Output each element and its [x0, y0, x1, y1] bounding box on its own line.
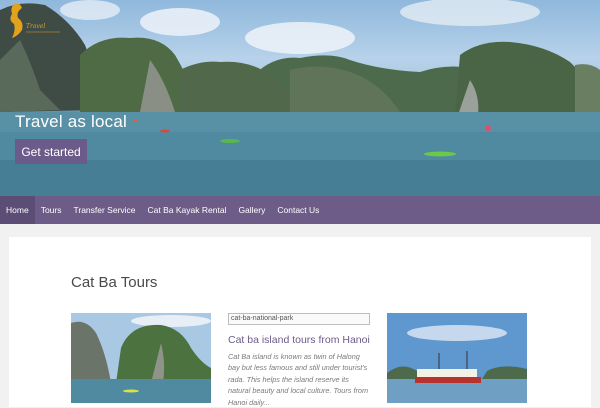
nav-item-cat-ba-kayak-rental[interactable]: Cat Ba Kayak Rental: [142, 196, 233, 224]
tour-card: cat-ba-national-park Cat ba island tours…: [228, 313, 370, 408]
main-content: Cat Ba Tours cat-ba-national-park Cat ba…: [9, 237, 591, 407]
broken-image-alt-text[interactable]: cat-ba-national-park: [228, 313, 370, 325]
main-navigation: Home Tours Transfer Service Cat Ba Kayak…: [0, 196, 600, 224]
tour-card-excerpt: Cat Ba island is known as twin of Halong…: [228, 352, 369, 407]
hero-banner: Travel Travel as local Get started: [0, 0, 600, 196]
nav-item-gallery[interactable]: Gallery: [232, 196, 271, 224]
hero-title: Travel as local: [15, 112, 127, 131]
tour-boat-photo: [387, 313, 527, 403]
tour-card-image[interactable]: [387, 313, 527, 403]
svg-text:Travel: Travel: [26, 23, 45, 30]
tour-card-title[interactable]: Cat ba island tours from Hanoi: [228, 334, 370, 346]
nav-item-contact-us[interactable]: Contact Us: [271, 196, 325, 224]
tour-card-image[interactable]: [71, 313, 211, 403]
vietnam-map-logo-icon: Travel: [10, 3, 60, 38]
nav-item-tours[interactable]: Tours: [35, 196, 68, 224]
nav-item-home[interactable]: Home: [0, 196, 35, 224]
get-started-button[interactable]: Get started: [15, 139, 87, 164]
hero-landscape-image: [0, 0, 600, 196]
limestone-islands-photo: [71, 313, 211, 403]
nav-item-transfer-service[interactable]: Transfer Service: [67, 196, 141, 224]
section-title: Cat Ba Tours: [71, 274, 158, 291]
